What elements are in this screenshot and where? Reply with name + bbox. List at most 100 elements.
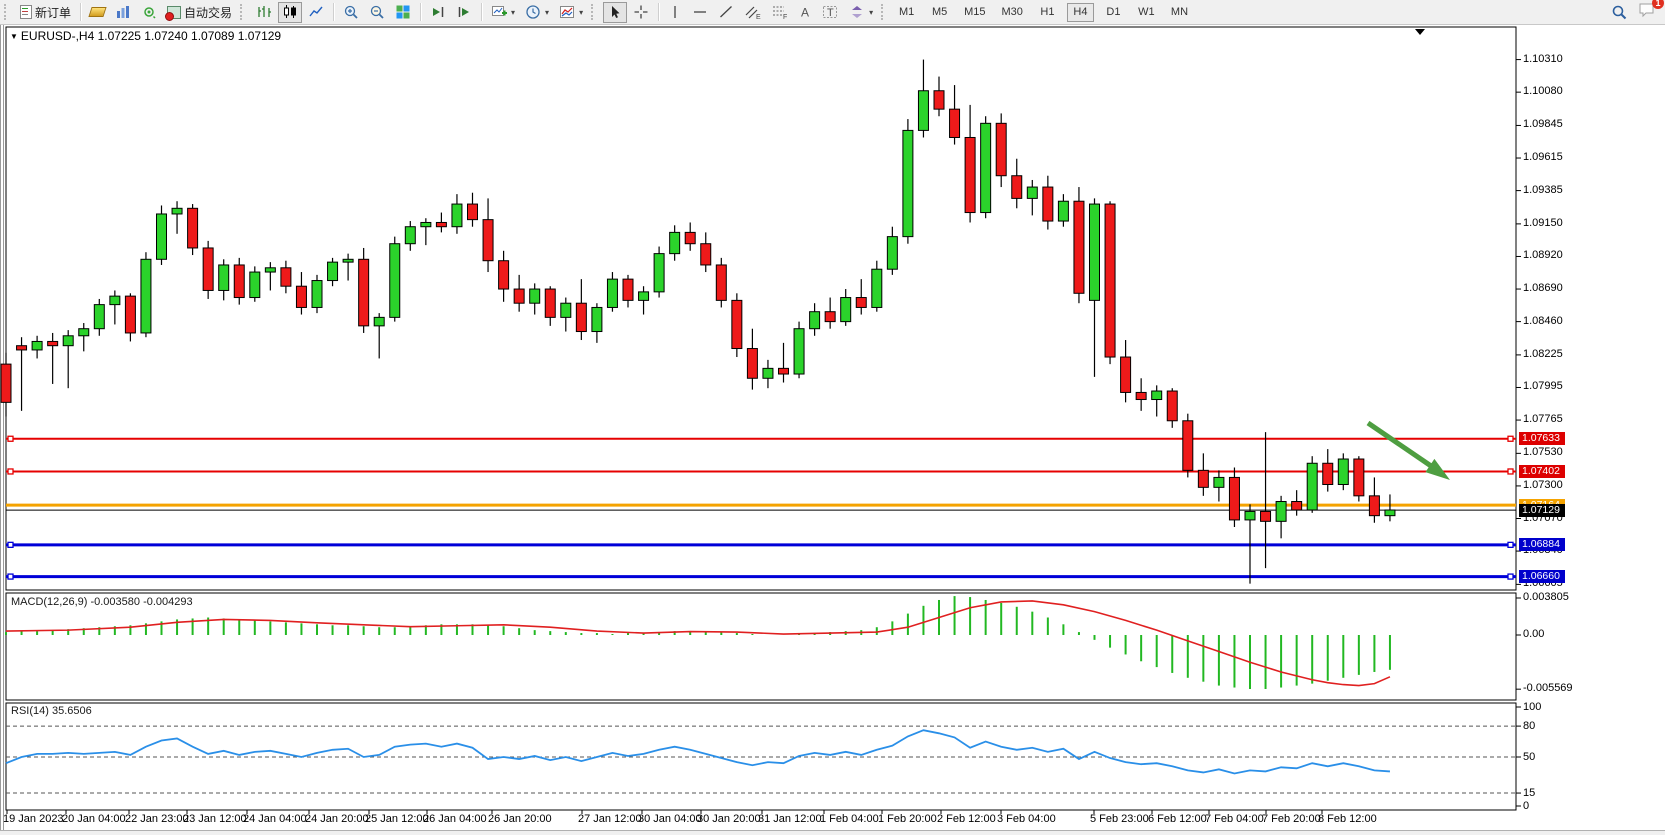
templates-button[interactable]: ▾ (555, 2, 587, 23)
cursor-button[interactable] (603, 2, 627, 23)
timeframe-m5[interactable]: M5 (926, 3, 953, 22)
candle-down (1105, 204, 1115, 357)
horizontal-line-icon (692, 4, 708, 20)
candle-down (1167, 391, 1177, 421)
text-label-button[interactable]: T (818, 2, 843, 23)
dropdown-caret: ▾ (579, 8, 583, 17)
macd-tick-label: 0.00 (1523, 628, 1544, 640)
timeframe-w1[interactable]: W1 (1133, 3, 1160, 22)
price-tick-label: 1.09615 (1523, 151, 1563, 163)
line-chart-button[interactable] (304, 2, 328, 23)
time-axis-label: 8 Feb 12:00 (1318, 813, 1377, 825)
equidistant-channel-button[interactable]: E (740, 2, 765, 23)
time-axis-label: 24 Jan 04:00 (243, 813, 307, 825)
candlestick-chart-button[interactable] (278, 2, 302, 23)
toolbar-separator (658, 3, 659, 21)
time-axis-label: 31 Jan 12:00 (758, 813, 822, 825)
chart-title-collapse-icon[interactable]: ▼ (10, 32, 18, 41)
candle-down (1198, 470, 1208, 487)
candle-down (468, 204, 478, 220)
price-level-tag: 1.06884 (1519, 538, 1565, 551)
gold-ingot-button[interactable] (86, 2, 109, 23)
candle-up (265, 268, 275, 272)
timeframe-d1[interactable]: D1 (1100, 3, 1127, 22)
dropdown-caret: ▾ (511, 8, 515, 17)
candle-down (203, 248, 213, 290)
crosshair-button[interactable] (629, 2, 653, 23)
arrows-icon (849, 4, 865, 20)
candle-up (918, 91, 928, 131)
chart-canvas[interactable] (0, 25, 1665, 835)
chart-shift-button[interactable] (452, 2, 476, 23)
candle-up (887, 237, 897, 270)
new-order-icon (20, 5, 32, 19)
line-handle[interactable] (1508, 574, 1513, 579)
cursor-icon (607, 4, 623, 20)
tile-windows-button[interactable] (391, 2, 415, 23)
line-handle[interactable] (8, 436, 13, 441)
horizontal-line-button[interactable] (688, 2, 712, 23)
line-handle[interactable] (8, 469, 13, 474)
toolbar: 新订单 自动交易 (0, 0, 1665, 25)
candle-down (950, 109, 960, 137)
timeframe-h4[interactable]: H4 (1067, 3, 1094, 22)
candle-up (1338, 459, 1348, 484)
text-button[interactable]: A (794, 2, 816, 23)
new-order-label: 新订单 (35, 4, 71, 21)
new-order-button[interactable]: 新订单 (16, 2, 75, 23)
candle-down (1, 364, 11, 402)
chart-title[interactable]: ▼EURUSD-,H4 1.07225 1.07240 1.07089 1.07… (10, 29, 281, 43)
toolbar-grip[interactable] (881, 4, 888, 20)
toolbar-grip[interactable] (591, 4, 598, 20)
search-icon[interactable] (1611, 4, 1628, 21)
line-handle[interactable] (8, 574, 13, 579)
notifications-button[interactable]: 1 (1638, 1, 1657, 23)
price-tick-label: 1.10080 (1523, 85, 1563, 97)
rsi-tick-label: 15 (1523, 787, 1535, 799)
zoom-out-button[interactable] (365, 2, 389, 23)
trendline-icon (718, 4, 734, 20)
time-axis-label: 20 Jan 04:00 (62, 813, 126, 825)
toolbar-grip[interactable] (4, 4, 11, 20)
timeframe-m30[interactable]: M30 (997, 3, 1028, 22)
market-watch-button[interactable] (111, 2, 135, 23)
timeframe-m15[interactable]: M15 (959, 3, 990, 22)
toolbar-separator (481, 3, 482, 21)
timeframe-mn[interactable]: MN (1166, 3, 1193, 22)
new-chart-button[interactable]: ▾ (487, 2, 519, 23)
candle-down (779, 368, 789, 374)
candle-up (872, 269, 882, 307)
signals-icon (141, 4, 157, 20)
crosshair-icon (633, 4, 649, 20)
candle-up (157, 214, 167, 259)
bar-chart-button[interactable] (252, 2, 276, 23)
candle-up (810, 312, 820, 329)
period-clock-button[interactable]: ▾ (521, 2, 553, 23)
candle-down (934, 91, 944, 109)
rsi-tick-label: 100 (1523, 701, 1541, 713)
line-handle[interactable] (8, 542, 13, 547)
auto-scroll-button[interactable] (426, 2, 450, 23)
line-handle[interactable] (1508, 436, 1513, 441)
arrows-button[interactable]: ▾ (845, 2, 877, 23)
toolbar-separator (333, 3, 334, 21)
svg-text:T: T (827, 7, 834, 19)
timeframe-h1[interactable]: H1 (1034, 3, 1061, 22)
zoom-in-button[interactable] (339, 2, 363, 23)
candle-up (1214, 477, 1224, 487)
bottom-strip (0, 830, 1665, 835)
toolbar-right: 1 (1611, 1, 1657, 23)
line-handle[interactable] (1508, 469, 1513, 474)
line-handle[interactable] (1508, 542, 1513, 547)
timeframe-m1[interactable]: M1 (893, 3, 920, 22)
autotrading-button[interactable]: 自动交易 (163, 2, 236, 23)
window-left-border (1, 25, 4, 830)
trendline-button[interactable] (714, 2, 738, 23)
signals-button[interactable] (137, 2, 161, 23)
candle-up (1058, 201, 1068, 221)
timeframe-toolbar: M1 M5 M15 M30 H1 H4 D1 W1 MN (893, 3, 1193, 22)
time-axis-label: 23 Jan 12:00 (183, 813, 247, 825)
vertical-line-button[interactable] (664, 2, 686, 23)
toolbar-grip[interactable] (240, 4, 247, 20)
fibonacci-button[interactable]: F (767, 2, 792, 23)
